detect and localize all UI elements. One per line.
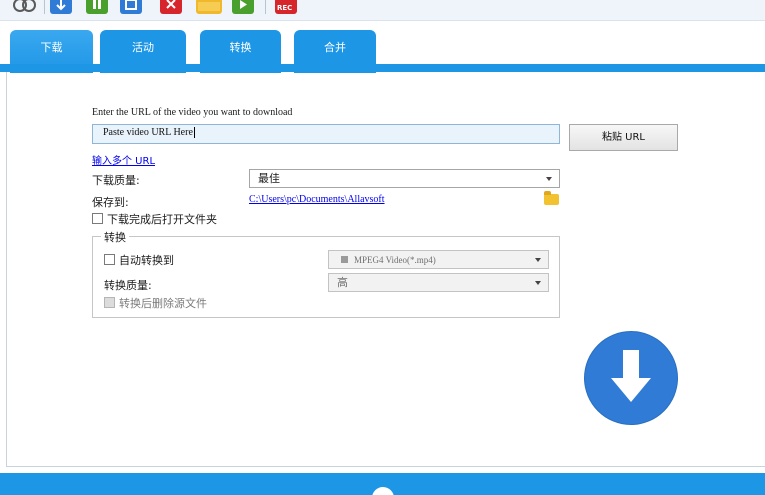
convert-group-title: 转换	[101, 229, 129, 245]
url-prompt: Enter the URL of the video you want to d…	[92, 107, 293, 118]
tab-underline	[0, 64, 765, 72]
multi-url-link[interactable]: 输入多个 URL	[92, 152, 155, 167]
stop-icon[interactable]	[120, 0, 142, 14]
delete-source-checkbox[interactable]	[104, 297, 115, 308]
toolbar-separator	[44, 0, 45, 14]
record-icon[interactable]: REC	[275, 0, 297, 14]
convert-format-select[interactable]: MPEG4 Video(*.mp4)	[328, 250, 549, 269]
convert-quality-value: 高	[337, 276, 348, 289]
big-download-button[interactable]	[585, 332, 677, 424]
save-path-link[interactable]: C:\Users\pc\Documents\Allavsoft	[249, 194, 385, 205]
auto-convert-checkbox[interactable]	[104, 254, 115, 265]
convert-quality-select[interactable]: 高	[328, 273, 549, 292]
folder-browse-icon[interactable]	[544, 191, 559, 205]
save-to-label: 保存到:	[92, 196, 129, 209]
chevron-down-icon	[535, 281, 541, 285]
toolbar-separator	[265, 0, 266, 14]
link-icon[interactable]	[12, 0, 36, 14]
convert-quality-label: 转换质量:	[104, 279, 152, 292]
download-quality-label: 下载质量:	[92, 174, 140, 187]
chevron-down-icon	[546, 177, 552, 181]
big-download-icon	[611, 350, 651, 402]
delete-source-label: 转换后删除源文件	[119, 297, 207, 310]
record-label: REC	[277, 4, 293, 12]
open-folder-label: 下载完成后打开文件夹	[107, 213, 217, 226]
url-input[interactable]: Paste video URL Here	[92, 124, 560, 144]
folder-icon[interactable]	[196, 0, 222, 14]
chevron-down-icon	[535, 258, 541, 262]
auto-convert-label: 自动转换到	[119, 254, 174, 267]
download-quality-select[interactable]: 最佳	[249, 169, 560, 188]
toolbar: REC	[0, 0, 765, 20]
convert-format-value: MPEG4 Video(*.mp4)	[354, 255, 436, 265]
paste-url-button[interactable]: 粘贴 URL	[569, 124, 678, 151]
download-quality-value: 最佳	[258, 172, 280, 185]
download-icon[interactable]	[50, 0, 72, 14]
open-folder-checkbox[interactable]	[92, 213, 103, 224]
play-icon[interactable]	[232, 0, 254, 14]
video-file-icon	[341, 256, 348, 263]
url-input-value: Paste video URL Here	[103, 127, 193, 138]
delete-icon[interactable]	[160, 0, 182, 14]
pause-icon[interactable]	[86, 0, 108, 14]
bottom-divider	[6, 466, 765, 467]
